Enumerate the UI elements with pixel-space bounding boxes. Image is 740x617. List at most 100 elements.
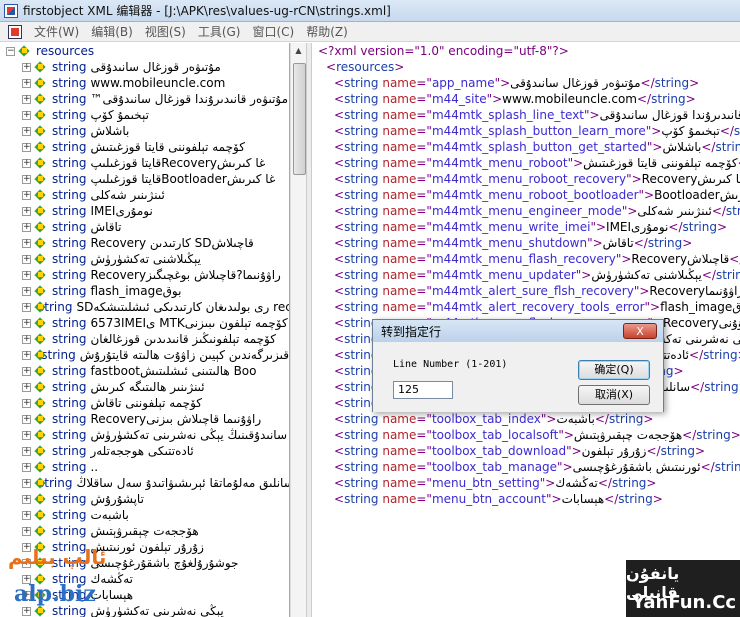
tree-item[interactable]: + string 6573IMEIى MTKكۆچمە تېلفون ىبىزنى bbox=[0, 315, 289, 331]
xml-string-line[interactable]: <string name="m44mtk_splash_button_get_s… bbox=[312, 139, 740, 155]
cancel-button[interactable]: 取消(X) bbox=[578, 385, 650, 405]
tree-item[interactable]: + string تېخىمۇ كۆپ bbox=[0, 107, 289, 123]
tree-item[interactable]: + string باشبەت bbox=[0, 507, 289, 523]
xml-string-line[interactable]: <string name="m44_site">www.mobileuncle.… bbox=[312, 91, 740, 107]
xml-string-line[interactable]: <string name="m44mtk_menu_roboot">كۆچمە … bbox=[312, 155, 740, 171]
expand-icon[interactable]: + bbox=[22, 414, 31, 424]
tree-item[interactable]: + string كۆچمە تېلفوننى تاقاش bbox=[0, 395, 289, 411]
menu-view[interactable]: 视图(S) bbox=[139, 23, 192, 40]
expand-icon[interactable]: + bbox=[22, 174, 31, 184]
expand-icon[interactable]: + bbox=[22, 350, 31, 360]
xml-string-line[interactable]: <string name="m44mtk_menu_engineer_mode"… bbox=[312, 203, 740, 219]
collapse-icon[interactable]: − bbox=[6, 46, 15, 56]
xml-string-line[interactable]: <string name="toolbox_tab_localsoft">ھۆج… bbox=[312, 427, 740, 443]
expand-icon[interactable]: + bbox=[22, 94, 31, 104]
expand-icon[interactable]: + bbox=[22, 318, 31, 328]
xml-string-line[interactable]: <string name="m44mtk_menu_roboot_recover… bbox=[312, 171, 740, 187]
expand-icon[interactable]: + bbox=[22, 286, 31, 296]
tree-item[interactable]: + string fastbootھالىتىنى ئىشلىتىش Boo bbox=[0, 363, 289, 379]
tree-item[interactable]: + string Recoveryراۋۇنىما قاچىلاش بىزنى bbox=[0, 411, 289, 427]
scroll-up-arrow-icon[interactable]: ▲ bbox=[291, 43, 306, 59]
expand-icon[interactable]: + bbox=[22, 110, 31, 120]
expand-icon[interactable]: + bbox=[22, 366, 31, 376]
xml-string-line[interactable]: <string name="m44mtk_menu_updater">يېڭىل… bbox=[312, 267, 740, 283]
xml-string-line[interactable]: <string name="m44mtk_alert_recovery_tool… bbox=[312, 299, 740, 315]
expand-icon[interactable]: + bbox=[22, 510, 31, 520]
tree-item[interactable]: + string قايتا قوزغىلىپRecoveryغا كىرىش bbox=[0, 155, 289, 171]
tree-item[interactable]: + string كۆچمە تېلفوننى قايتا قوزغىتىش bbox=[0, 139, 289, 155]
window-titlebar[interactable]: firstobject XML 编辑器 - [J:\APK\res\values… bbox=[0, 0, 740, 22]
tree-item[interactable]: + string سانىدۇقىنىڭ يېڭى نەشرىنى تەكشۈرۈش bbox=[0, 427, 289, 443]
expand-icon[interactable]: + bbox=[22, 190, 31, 200]
expand-icon[interactable]: + bbox=[22, 142, 31, 152]
tree-item[interactable]: + string قىزىرگەندىن كېيىن زاۋۇت ھالىتە قا… bbox=[0, 347, 289, 363]
tree-item[interactable]: + string قايتا قوزغىلىپBootloaderغا كىرىش bbox=[0, 171, 289, 187]
tree-item[interactable]: + string مۇتىۋەر قوزغال سانىدۇقى bbox=[0, 59, 289, 75]
tree-item[interactable]: + string ئىنژىنىر شەكلى bbox=[0, 187, 289, 203]
document-icon[interactable] bbox=[8, 24, 22, 39]
dialog-titlebar[interactable]: 转到指定行 X bbox=[373, 320, 663, 342]
expand-icon[interactable]: + bbox=[22, 446, 31, 456]
menu-help[interactable]: 帮助(Z) bbox=[300, 23, 354, 40]
expand-icon[interactable]: + bbox=[22, 398, 31, 408]
expand-icon[interactable]: + bbox=[22, 270, 31, 280]
expand-icon[interactable]: + bbox=[22, 478, 31, 488]
tree-item[interactable]: + string www.mobileuncle.com bbox=[0, 75, 289, 91]
expand-icon[interactable]: + bbox=[22, 222, 31, 232]
tree-item[interactable]: + string flash_imageبوق bbox=[0, 283, 289, 299]
xml-string-line[interactable]: <string name="toolbox_tab_download">زۇرۇ… bbox=[312, 443, 740, 459]
expand-icon[interactable]: + bbox=[22, 254, 31, 264]
tree-scrollbar[interactable]: ▲ bbox=[290, 43, 306, 617]
expand-icon[interactable]: + bbox=[22, 302, 31, 312]
xml-string-line[interactable]: <string name="m44mtk_menu_flash_recovery… bbox=[312, 251, 740, 267]
line-number-input[interactable]: 125 bbox=[393, 381, 453, 399]
tree-item[interactable]: + string باشلاش bbox=[0, 123, 289, 139]
expand-icon[interactable]: + bbox=[22, 62, 31, 72]
expand-icon[interactable]: + bbox=[22, 526, 31, 536]
xml-string-line[interactable]: <string name="toolbox_tab_manage">ئورنىت… bbox=[312, 459, 740, 475]
tree-item[interactable]: + string ھۆججەت چېقىرۋېتىش bbox=[0, 523, 289, 539]
tree-item[interactable]: + string ئىنژىنىر ھالىتىگە كىرىش bbox=[0, 379, 289, 395]
dialog-close-button[interactable]: X bbox=[623, 323, 657, 339]
xml-string-line[interactable]: <string name="menu_btn_account">ھېسابات<… bbox=[312, 491, 740, 507]
tree-item[interactable]: + string تاقاش bbox=[0, 219, 289, 235]
xml-string-line[interactable]: <string name="m44mtk_menu_write_imei">IM… bbox=[312, 219, 740, 235]
expand-icon[interactable]: + bbox=[22, 238, 31, 248]
tree-item[interactable]: + string ™مۇتىۋەر قانىدىرۇندا قوزغال سانىد… bbox=[0, 91, 289, 107]
xml-string-line[interactable]: <string name="toolbox_tab_index">باشبەت<… bbox=[312, 411, 740, 427]
xml-string-line[interactable]: <string name="m44mtk_menu_shutdown">تاقا… bbox=[312, 235, 740, 251]
tree-item[interactable]: + string Recovery كارتىدىن SDقاچىلاش bbox=[0, 235, 289, 251]
expand-icon[interactable]: + bbox=[22, 206, 31, 216]
expand-icon[interactable]: + bbox=[22, 494, 31, 504]
tree-item[interactable]: + string تاپشۇرۇش bbox=[0, 491, 289, 507]
xml-string-line[interactable]: <string name="m44mtk_menu_roboot_bootloa… bbox=[312, 187, 740, 203]
tree-item[interactable]: + string IMEIنومۇرى bbox=[0, 203, 289, 219]
xml-string-line[interactable]: <string name="app_name">مۇتىۋەر قوزغال س… bbox=[312, 75, 740, 91]
expand-icon[interactable]: + bbox=[22, 78, 31, 88]
expand-icon[interactable]: + bbox=[22, 334, 31, 344]
tree-root[interactable]: − resources bbox=[0, 43, 289, 59]
menu-window[interactable]: 窗口(C) bbox=[247, 23, 301, 40]
menu-edit[interactable]: 编辑(B) bbox=[85, 23, 139, 40]
expand-icon[interactable]: + bbox=[22, 430, 31, 440]
xml-string-line[interactable]: <string name="m44mtk_splash_button_learn… bbox=[312, 123, 740, 139]
menu-tools[interactable]: 工具(G) bbox=[192, 23, 247, 40]
expand-icon[interactable]: + bbox=[22, 382, 31, 392]
xml-string-line[interactable]: <string name="m44mtk_alert_sure_flsh_rec… bbox=[312, 283, 740, 299]
tree-item[interactable]: + string ئادەتتىكى ھوججەتلەر bbox=[0, 443, 289, 459]
tree-item[interactable]: + string Recoveryراۋۇنىما?قاچىلاش بوغچىگىز bbox=[0, 267, 289, 283]
expand-icon[interactable]: + bbox=[22, 158, 31, 168]
tree-item[interactable]: + string.. bbox=[0, 459, 289, 475]
xml-string-line[interactable]: <string name="m44mtk_splash_line_text">ق… bbox=[312, 107, 740, 123]
expand-icon[interactable]: + bbox=[22, 126, 31, 136]
tree-item[interactable]: + string SDرى بولىدىغان كارتىدىكى ئىشلىتىش… bbox=[0, 299, 289, 315]
scrollbar-thumb[interactable] bbox=[293, 63, 306, 175]
expand-icon[interactable]: + bbox=[22, 462, 31, 472]
tree-item[interactable]: + string كۆچمە تېلفونىڭىز قانىدىدىن قوزغال… bbox=[0, 331, 289, 347]
tree-pane[interactable]: − resources + string مۇتىۋەر قوزغال سانىدۇقى… bbox=[0, 43, 290, 617]
xml-string-line[interactable]: <string name="menu_btn_setting">تەڭشەك</… bbox=[312, 475, 740, 491]
tree-item[interactable]: + string سانلىق مەلۇماتقا ئېرىشىۋاتىدۇ سەل… bbox=[0, 475, 289, 491]
ok-button[interactable]: 确定(Q) bbox=[578, 360, 650, 380]
menu-file[interactable]: 文件(W) bbox=[28, 23, 85, 40]
tree-item[interactable]: + string يېڭىلاشنى تەكشۈرۈش bbox=[0, 251, 289, 267]
